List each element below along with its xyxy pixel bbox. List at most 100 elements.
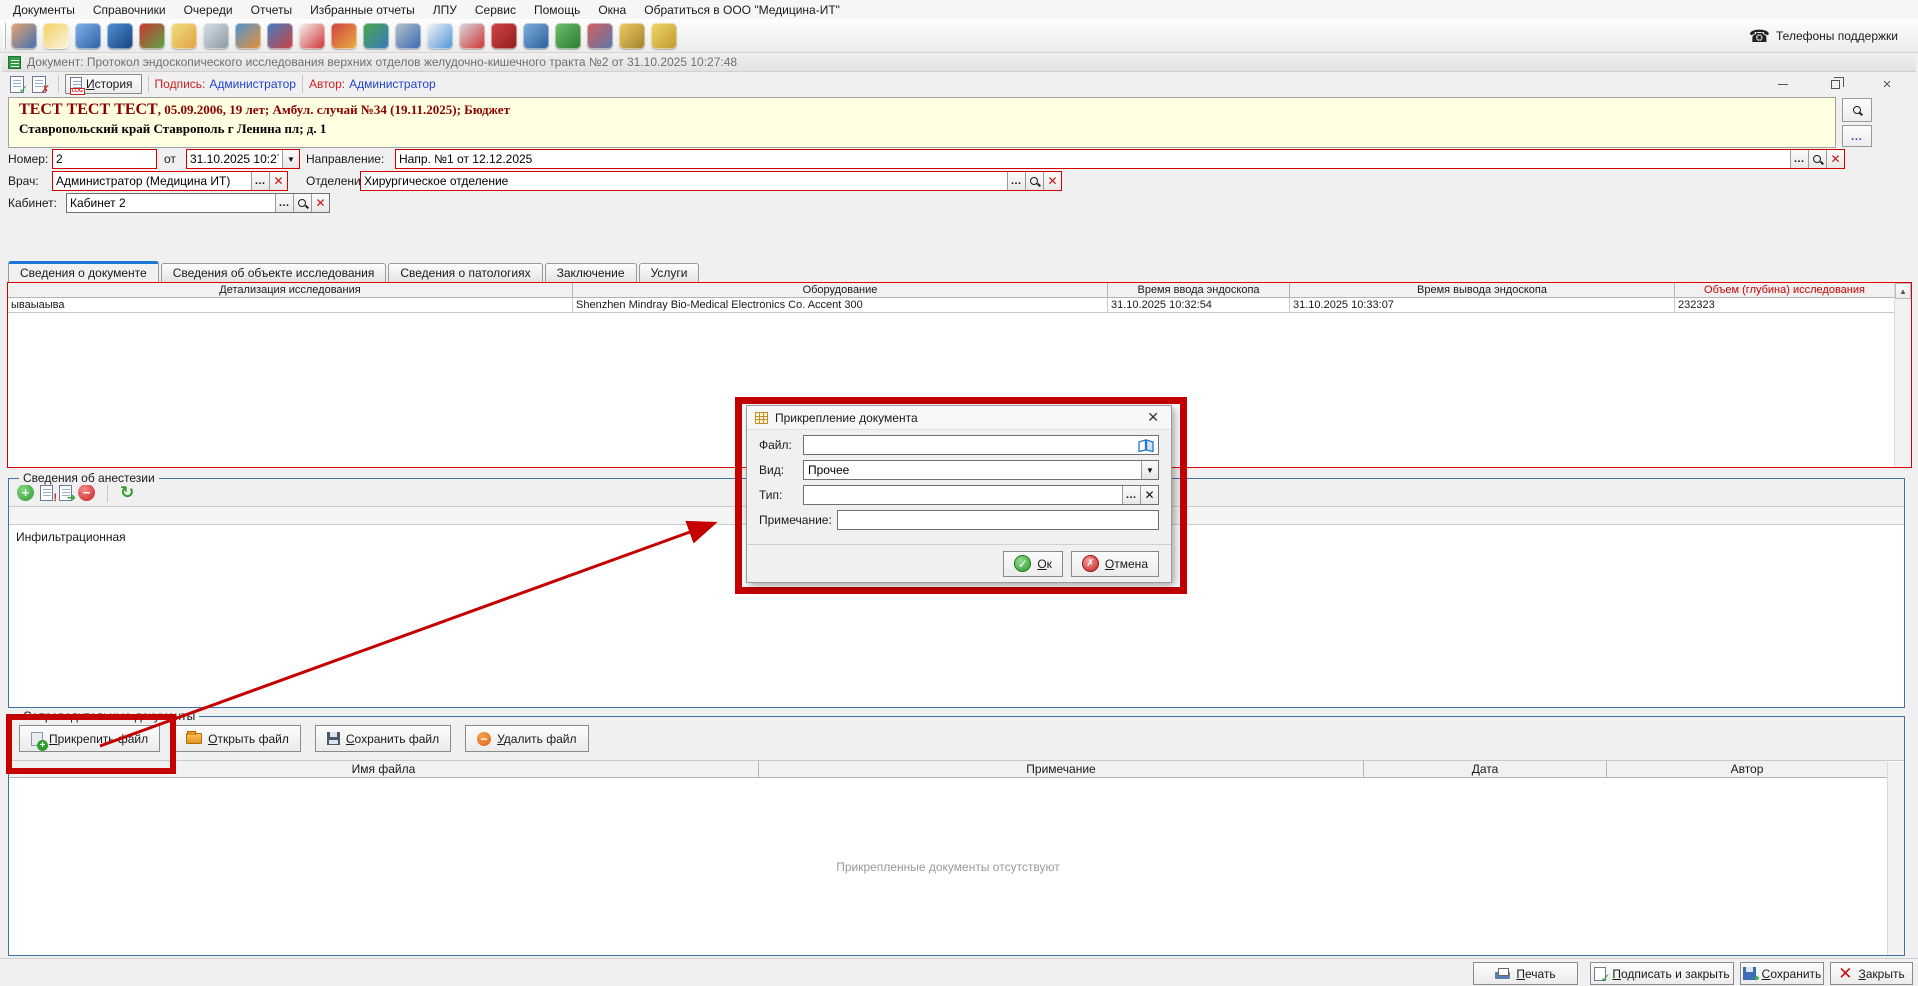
restore-button[interactable] xyxy=(1824,75,1846,93)
red-journal-icon[interactable] xyxy=(491,23,517,49)
menu-item[interactable]: Окна xyxy=(589,1,635,19)
payments-icon[interactable] xyxy=(651,23,677,49)
print-button[interactable]: Печать xyxy=(1473,962,1578,985)
direction-browse-button[interactable]: … xyxy=(1790,150,1808,168)
first-aid-doc-icon[interactable] xyxy=(299,23,325,49)
close-window-button[interactable]: × xyxy=(1876,75,1898,93)
research-col-header[interactable]: Время ввода эндоскопа xyxy=(1108,283,1290,297)
vaccines-icon[interactable] xyxy=(267,23,293,49)
history-button[interactable]: LOG История xyxy=(65,74,142,94)
dialog-close-button[interactable]: ✕ xyxy=(1143,409,1163,426)
support-phones-button[interactable]: ☎ Телефоны поддержки xyxy=(1741,22,1906,50)
department-clear-button[interactable]: ✕ xyxy=(1043,172,1061,190)
browse-file-button[interactable] xyxy=(1134,436,1158,454)
menu-item[interactable]: Документы xyxy=(4,1,84,19)
date-dropdown-button[interactable]: ▼ xyxy=(282,150,299,168)
menu-item[interactable]: Помощь xyxy=(525,1,589,19)
tab-4[interactable]: Услуги xyxy=(639,263,700,282)
edit-record-icon[interactable]: ! xyxy=(40,485,53,501)
research-col-header[interactable]: Детализация исследования xyxy=(8,283,573,297)
menu-item[interactable]: Отчеты xyxy=(242,1,301,19)
menu-item[interactable]: Сервис xyxy=(466,1,525,19)
cabinet-browse-button[interactable]: … xyxy=(275,194,293,212)
menu-item[interactable]: Очереди xyxy=(175,1,242,19)
tab-3[interactable]: Заключение xyxy=(545,263,637,282)
cabinet-input[interactable] xyxy=(67,194,275,212)
direction-input[interactable] xyxy=(396,150,1790,168)
doctor-browse-button[interactable]: … xyxy=(251,172,269,190)
cabinet-search-button[interactable] xyxy=(293,194,311,212)
direction-search-button[interactable] xyxy=(1808,150,1826,168)
save-button[interactable]: Сохранить xyxy=(1740,962,1824,985)
tab-1[interactable]: Сведения об объекте исследования xyxy=(161,263,387,282)
type-browse-button[interactable]: … xyxy=(1122,486,1140,504)
menu-item[interactable]: Избранные отчеты xyxy=(301,1,424,19)
patient-card-icon[interactable] xyxy=(75,23,101,49)
cancel-button[interactable]: ✗ Отмена xyxy=(1071,551,1159,577)
date-input[interactable] xyxy=(187,150,282,168)
direction-clear-button[interactable]: ✕ xyxy=(1826,150,1844,168)
department-browse-button[interactable]: … xyxy=(1007,172,1025,190)
sign-and-close-button[interactable]: Подписать и закрыть xyxy=(1590,962,1734,985)
type-clear-button[interactable]: ✕ xyxy=(1140,486,1158,504)
menu-item[interactable]: ЛПУ xyxy=(424,1,466,19)
thermometer-icon[interactable] xyxy=(459,23,485,49)
cabinet-clear-button[interactable]: ✕ xyxy=(311,194,329,212)
kind-dropdown-button[interactable]: ▼ xyxy=(1141,461,1158,479)
notes-icon[interactable] xyxy=(43,23,69,49)
syringe-icon[interactable] xyxy=(203,23,229,49)
remove-icon[interactable]: − xyxy=(78,484,95,501)
kind-value[interactable] xyxy=(804,461,1141,479)
doctor-clear-button[interactable]: ✕ xyxy=(269,172,287,190)
minimize-button[interactable] xyxy=(1772,75,1794,93)
archive-icon[interactable] xyxy=(587,23,613,49)
nurse-icon[interactable] xyxy=(427,23,453,49)
research-col-header[interactable]: Время вывода эндоскопа xyxy=(1290,283,1675,297)
menu-item[interactable]: Справочники xyxy=(84,1,175,19)
schedule-icon[interactable] xyxy=(235,23,261,49)
save-record-icon[interactable]: ➜ xyxy=(59,485,72,501)
menu-item[interactable]: Обратиться в ООО "Медицина-ИТ" xyxy=(635,1,849,19)
attachments-col-header[interactable]: Автор xyxy=(1607,761,1887,777)
save-file-button[interactable]: Сохранить файл xyxy=(315,725,451,752)
laboratory-icon[interactable] xyxy=(139,23,165,49)
scroll-up-button[interactable]: ▲ xyxy=(1895,283,1911,299)
unsign-document-icon[interactable]: ✗ xyxy=(32,76,46,93)
research-row[interactable]: ываыаываShenzhen Mindray Bio-Medical Ele… xyxy=(8,298,1894,313)
operator-icon[interactable] xyxy=(11,23,37,49)
refresh-icon[interactable]: ↻ xyxy=(120,484,134,501)
pills-icon[interactable] xyxy=(363,23,389,49)
attachments-col-header[interactable]: Примечание xyxy=(759,761,1364,777)
workstation-icon[interactable] xyxy=(523,23,549,49)
toolbar-grip[interactable] xyxy=(3,23,6,49)
open-file-button[interactable]: Открыть файл xyxy=(174,725,301,752)
file-input[interactable] xyxy=(804,436,1134,454)
doctor-input[interactable] xyxy=(53,172,251,190)
number-input[interactable] xyxy=(53,150,156,168)
patient-card2-icon[interactable] xyxy=(107,23,133,49)
ok-button[interactable]: ✓ Ок xyxy=(1003,551,1063,577)
research-col-header[interactable]: Объем (глубина) исследования xyxy=(1675,283,1894,297)
department-search-button[interactable] xyxy=(1025,172,1043,190)
patient-more-button[interactable]: … xyxy=(1842,125,1872,147)
security-lock-icon[interactable] xyxy=(619,23,645,49)
prescription-icon[interactable] xyxy=(171,23,197,49)
note-input[interactable] xyxy=(838,511,1158,529)
ledger-icon[interactable] xyxy=(555,23,581,49)
research-table-scrollbar[interactable]: ▲ xyxy=(1894,283,1911,467)
barcode-scanner-icon[interactable] xyxy=(395,23,421,49)
type-input[interactable] xyxy=(804,486,1122,504)
research-col-header[interactable]: Оборудование xyxy=(573,283,1108,297)
tab-2[interactable]: Сведения о патологиях xyxy=(388,263,542,282)
department-input[interactable] xyxy=(361,172,1007,190)
attachments-scrollbar[interactable] xyxy=(1887,762,1904,955)
tab-0[interactable]: Сведения о документе xyxy=(8,261,159,282)
attachments-col-header[interactable]: Дата xyxy=(1364,761,1607,777)
sign-document-icon[interactable]: ✓ xyxy=(10,76,24,93)
kind-select[interactable]: ▼ xyxy=(803,460,1159,480)
delete-file-button[interactable]: − Удалить файл xyxy=(465,725,588,752)
add-icon[interactable]: + xyxy=(17,484,34,501)
patient-search-button[interactable] xyxy=(1842,98,1872,122)
close-button[interactable]: ✕ Закрыть xyxy=(1830,962,1913,985)
pharmacy-basket-icon[interactable] xyxy=(331,23,357,49)
